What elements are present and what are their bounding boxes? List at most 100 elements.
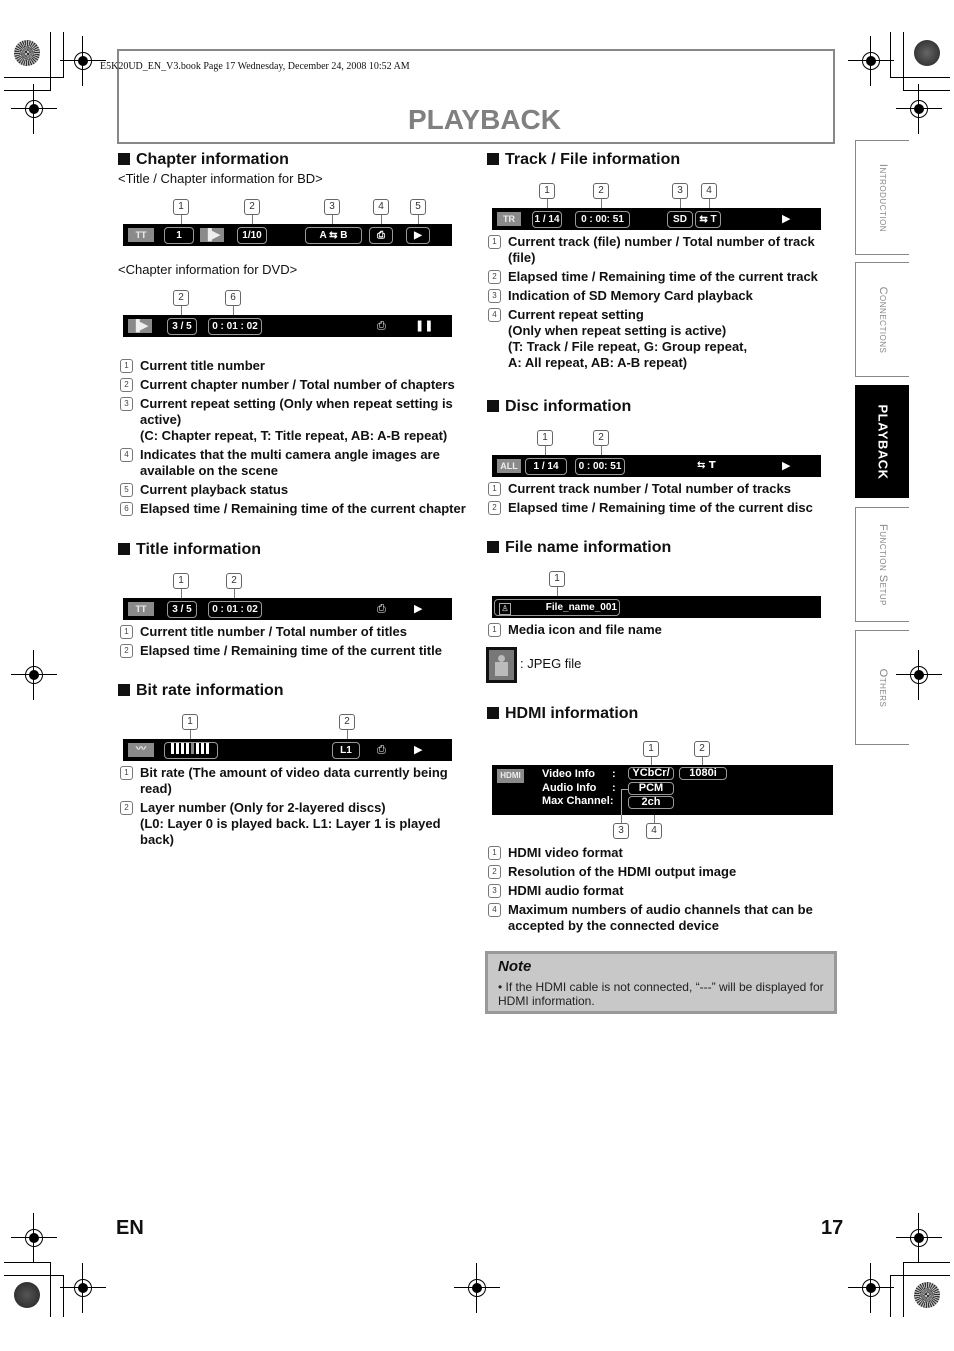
callout-leader [557, 587, 558, 596]
item-text: Current chapter number / Total number of… [140, 377, 455, 392]
registration-mark-icon [60, 36, 106, 86]
item-text: Elapsed time / Remaining time of the cur… [140, 643, 442, 658]
list-item-continuation: (Only when repeat setting is active) [488, 323, 833, 339]
crop-line [63, 1275, 64, 1317]
registration-starburst-icon [914, 1282, 940, 1308]
item-text: Layer number (Only for 2-layered discs) [140, 800, 386, 815]
item-text: Current repeat setting [508, 307, 644, 322]
callout-2: 2 [339, 714, 355, 730]
chapter-info-list: 1 Current title number 2 Current chapter n… [120, 358, 472, 520]
colon: : [612, 768, 616, 780]
bitrate-info-list: 1 Bit rate (The amount of video data curr… [120, 765, 472, 851]
list-item-continuation: A: All repeat, AB: A-B repeat) [488, 355, 833, 371]
item-number: 2 [120, 378, 133, 392]
title-tag: TT [128, 602, 154, 616]
item-number: 2 [120, 801, 133, 815]
bd-chapter-osd-bar: TT 1 ▐▶ 1/10 A ⇆ B ⎙ ▶ [123, 224, 452, 246]
track-osd-bar: TR 1 / 14 0 : 00: 51 SD ⇆ T ▶ [492, 208, 821, 230]
title-number-value: 1 [164, 227, 194, 244]
side-tab-label: Function Setup [876, 523, 889, 606]
item-number: 2 [488, 501, 501, 515]
crop-line [4, 1262, 51, 1263]
audio-info-label: Audio Info [542, 782, 597, 794]
registration-mark-icon [11, 1213, 57, 1263]
section-title-text: Bit rate information [136, 682, 284, 699]
section-title-chapter-info: Chapter information [118, 151, 289, 169]
item-number: 1 [488, 846, 501, 860]
bitrate-osd-bar: 〰 L1 ⎙ ▶ [123, 739, 452, 761]
hdmi-info-list: 1 HDMI video format 2 Resolution of the HD… [488, 845, 833, 937]
crop-line [4, 90, 51, 91]
time-value: 0 : 00: 51 [575, 458, 625, 475]
callout-4: 4 [646, 823, 662, 839]
title-value: 3 / 5 [167, 601, 197, 618]
item-text: Bit rate (The amount of video data curre… [140, 765, 448, 796]
callout-1: 1 [173, 573, 189, 589]
jpeg-file-icon [486, 647, 517, 683]
list-item: 1 Current title number [120, 358, 472, 374]
callout-1: 1 [549, 571, 565, 587]
callout-leader [347, 730, 348, 739]
list-item: 4 Current repeat setting [488, 307, 833, 323]
callout-leader [418, 215, 419, 224]
callout-leader [601, 446, 602, 455]
crop-line [890, 1275, 950, 1276]
item-text: (T: Track / File repeat, G: Group repeat… [508, 339, 748, 354]
camera-angle-icon: ⎙ [369, 227, 393, 244]
side-tab-function-setup[interactable]: Function Setup [855, 507, 909, 622]
item-text: HDMI audio format [508, 883, 624, 898]
crop-line [903, 1262, 950, 1263]
side-tab-introduction[interactable]: Introduction [855, 140, 909, 255]
filename-osd-bar: ♙ File_name_001 [492, 596, 821, 618]
crop-line [890, 1275, 891, 1317]
item-number: 6 [120, 502, 133, 516]
callout-leader [181, 589, 182, 598]
list-item: 4 Maximum numbers of audio channels that … [488, 902, 833, 934]
item-text: (C: Chapter repeat, T: Title repeat, AB:… [140, 428, 448, 443]
bitrate-meter-segment [191, 743, 194, 754]
page-title: PLAYBACK [408, 104, 561, 135]
list-item: 3 Indication of SD Memory Card playback [488, 288, 833, 304]
registration-mark-icon [454, 1263, 500, 1313]
bullet-square-icon [118, 543, 130, 555]
list-item: 4 Indicates that the multi camera angle i… [120, 447, 472, 479]
item-text: A: All repeat, AB: A-B repeat) [508, 355, 688, 370]
filename-text: File_name_001 [545, 602, 617, 613]
channels-value: 2ch [628, 796, 674, 809]
repeat-value: ⇆ T [697, 460, 716, 471]
side-tab-connections[interactable]: Connections [855, 262, 909, 377]
chapter-tag-icon: ▐▶ [200, 228, 224, 242]
callout-5: 5 [410, 199, 426, 215]
dvd-subtitle: <Chapter information for DVD> [118, 262, 298, 277]
side-tab-others[interactable]: Others [855, 630, 909, 745]
page-number: 17 [821, 1217, 844, 1239]
resolution-value: 1080i [679, 767, 727, 780]
max-channel-label: Max Channel: [542, 795, 614, 807]
callout-1: 1 [539, 183, 555, 199]
camera-angle-icon: ⎙ [377, 743, 386, 756]
side-tab-playback[interactable]: PLAYBACK [855, 385, 909, 498]
bitrate-meter-segment [181, 743, 184, 754]
callout-leader [680, 199, 681, 208]
bitrate-meter-segment [171, 743, 174, 754]
side-tab-label: Connections [876, 286, 889, 353]
item-number: 4 [120, 448, 133, 462]
item-text: Elapsed time / Remaining time of the cur… [508, 269, 818, 284]
list-item-continuation: (L0: Layer 0 is played back. L1: Layer 1… [120, 816, 472, 848]
callout-3: 3 [613, 823, 629, 839]
time-value: 0 : 01 : 02 [208, 318, 262, 335]
item-text: Elapsed time / Remaining time of the cur… [140, 501, 466, 516]
list-item: 5 Current playback status [120, 482, 472, 498]
callout-1: 1 [537, 430, 553, 446]
item-number: 2 [120, 644, 133, 658]
play-status-icon: ▶ [414, 743, 423, 756]
registration-mark-icon [896, 84, 942, 134]
layer-value: L1 [332, 742, 360, 759]
dvd-chapter-osd-bar: ▐▶ 3 / 5 0 : 01 : 02 ⎙ ❚❚ [123, 315, 452, 337]
item-number: 5 [120, 483, 133, 497]
section-title-text: Disc information [505, 398, 632, 415]
callout-leader [332, 215, 333, 224]
callout-1: 1 [182, 714, 198, 730]
item-text: Elapsed time / Remaining time of the cur… [508, 500, 813, 515]
item-number: 1 [120, 359, 133, 373]
